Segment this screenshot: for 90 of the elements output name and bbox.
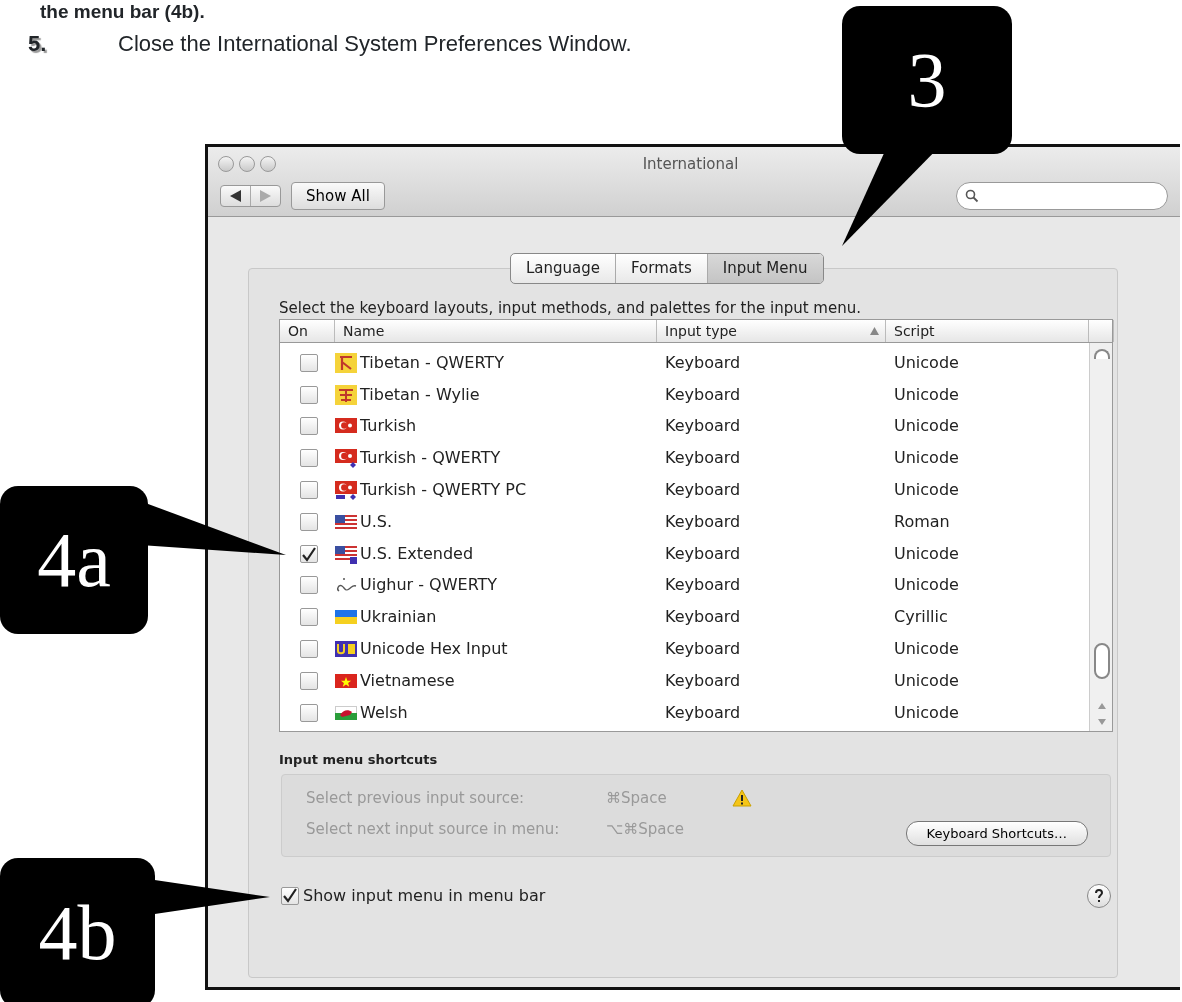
window-control-button[interactable]: [239, 156, 255, 173]
checkbox[interactable]: [300, 576, 318, 595]
step-text: Close the International System Preferences Window.: [118, 30, 632, 58]
checkbox[interactable]: [300, 544, 318, 563]
scroll-arrows-icon[interactable]: [1097, 701, 1107, 727]
checkbox[interactable]: [300, 353, 318, 372]
checkbox[interactable]: [300, 417, 318, 436]
table-cell-text: Keyboard: [664, 670, 741, 690]
unicode-icon: [335, 639, 357, 660]
scrollbar-thumb[interactable]: [1094, 643, 1110, 679]
shortcut-keys: ⌘Space: [606, 786, 732, 810]
shortcut-keys: ⌥⌘Space: [606, 817, 732, 841]
checkbox[interactable]: [300, 703, 318, 722]
step-number: 5.: [28, 30, 48, 58]
table-cell-text: Cyrillic: [893, 607, 948, 627]
table-cell-text: Vietnamese: [360, 669, 455, 692]
table-cell-text: U.S. Extended: [360, 542, 474, 565]
search-field[interactable]: [956, 181, 1168, 210]
table-cell-text: Tibetan - QWERTY: [360, 351, 504, 374]
keyboard-shortcuts-button[interactable]: Keyboard Shortcuts…: [905, 820, 1088, 846]
checkbox[interactable]: [281, 886, 299, 905]
flag-icon: [335, 543, 357, 564]
column-header[interactable]: Script: [886, 320, 1089, 342]
table-cell-text: Keyboard: [664, 639, 741, 659]
window-title: International: [641, 154, 740, 175]
table-cell-text: Unicode: [893, 384, 959, 404]
column-header[interactable]: Name: [335, 320, 657, 342]
window-control-button[interactable]: [260, 156, 276, 173]
callout-label: 4a: [0, 486, 148, 634]
table-cell-text: Welsh: [360, 701, 408, 724]
table-cell-text: Keyboard: [664, 607, 741, 627]
table-cell-text: Keyboard: [664, 448, 741, 468]
tibetan-script-icon: [335, 352, 357, 373]
tab[interactable]: Input Menu: [707, 254, 823, 283]
checkbox[interactable]: [300, 512, 318, 531]
table-cell-text: Keyboard: [664, 543, 741, 563]
checkbox[interactable]: [300, 385, 318, 404]
checkbox[interactable]: [300, 481, 318, 500]
question-mark-icon: [1094, 888, 1104, 903]
checkbox[interactable]: [300, 449, 318, 468]
table-cell-text: Turkish - QWERTY: [360, 447, 501, 470]
table-cell-text: Turkish - QWERTY PC: [360, 479, 527, 502]
column-header[interactable]: On: [280, 320, 335, 342]
column-header[interactable]: Input type: [657, 320, 886, 342]
instruction-label: Select the keyboard layouts, input methods, and palettes for the input menu.: [279, 297, 862, 319]
table-cell-text: Unicode: [893, 448, 959, 468]
table-cell-text: Unicode: [893, 702, 959, 722]
table-cell-text: Roman: [893, 511, 950, 531]
tab[interactable]: Formats: [616, 254, 708, 283]
shortcut-label: Select next input source in menu:: [306, 818, 561, 840]
tibetan-script-icon: [335, 384, 357, 405]
table-cell-text: U.S.: [360, 510, 393, 533]
table-cell-text: Unicode: [893, 670, 959, 690]
table-cell-text: Unicode Hex Input: [360, 638, 508, 661]
section-heading: Input menu shortcuts: [279, 751, 439, 769]
flag-icon: [335, 480, 357, 501]
checkbox[interactable]: [300, 671, 318, 690]
table-cell-text: Unicode: [893, 480, 959, 500]
checkbox[interactable]: [300, 640, 318, 659]
flag-icon: [335, 448, 357, 469]
table-cell-text: Unicode: [893, 352, 959, 372]
right-triangle-icon: [260, 189, 271, 202]
table-cell-text: Unicode: [893, 639, 959, 659]
left-triangle-icon: [230, 189, 241, 202]
shortcut-label: Select previous input source:: [306, 787, 526, 809]
table-cell-text: Uighur - QWERTY: [360, 574, 498, 597]
table-cell-text: Unicode: [893, 575, 959, 595]
help-button[interactable]: [1087, 883, 1111, 908]
callout-label: 4b: [0, 858, 155, 1002]
table-cell-text: Keyboard: [664, 575, 741, 595]
table-cell-text: Keyboard: [664, 384, 741, 404]
table-cell-text: Turkish: [360, 415, 417, 438]
scrollbar[interactable]: [1089, 343, 1112, 731]
table-cell-text: Unicode: [893, 416, 959, 436]
table-cell-text: Ukrainian: [360, 606, 437, 629]
checkbox-label[interactable]: Show input menu in menu bar: [303, 883, 546, 908]
scrollbar-thumb[interactable]: [1094, 349, 1110, 359]
table-cell-text: Keyboard: [664, 416, 741, 436]
search-icon: [965, 188, 979, 203]
instruction-text: the menu bar (4b).: [39, 0, 206, 23]
window-control-button[interactable]: [218, 156, 234, 173]
table-cell-text: Keyboard: [664, 480, 741, 500]
show-all-button[interactable]: Show All: [291, 181, 385, 210]
tab[interactable]: Language: [511, 254, 617, 283]
table-cell-text: Keyboard: [664, 702, 741, 722]
table-cell-text: Unicode: [893, 543, 959, 563]
table-cell-text: Tibetan - Wylie: [360, 383, 480, 406]
table-cell-text: Keyboard: [664, 511, 741, 531]
table-cell-text: Keyboard: [664, 352, 741, 372]
checkbox[interactable]: [300, 608, 318, 627]
